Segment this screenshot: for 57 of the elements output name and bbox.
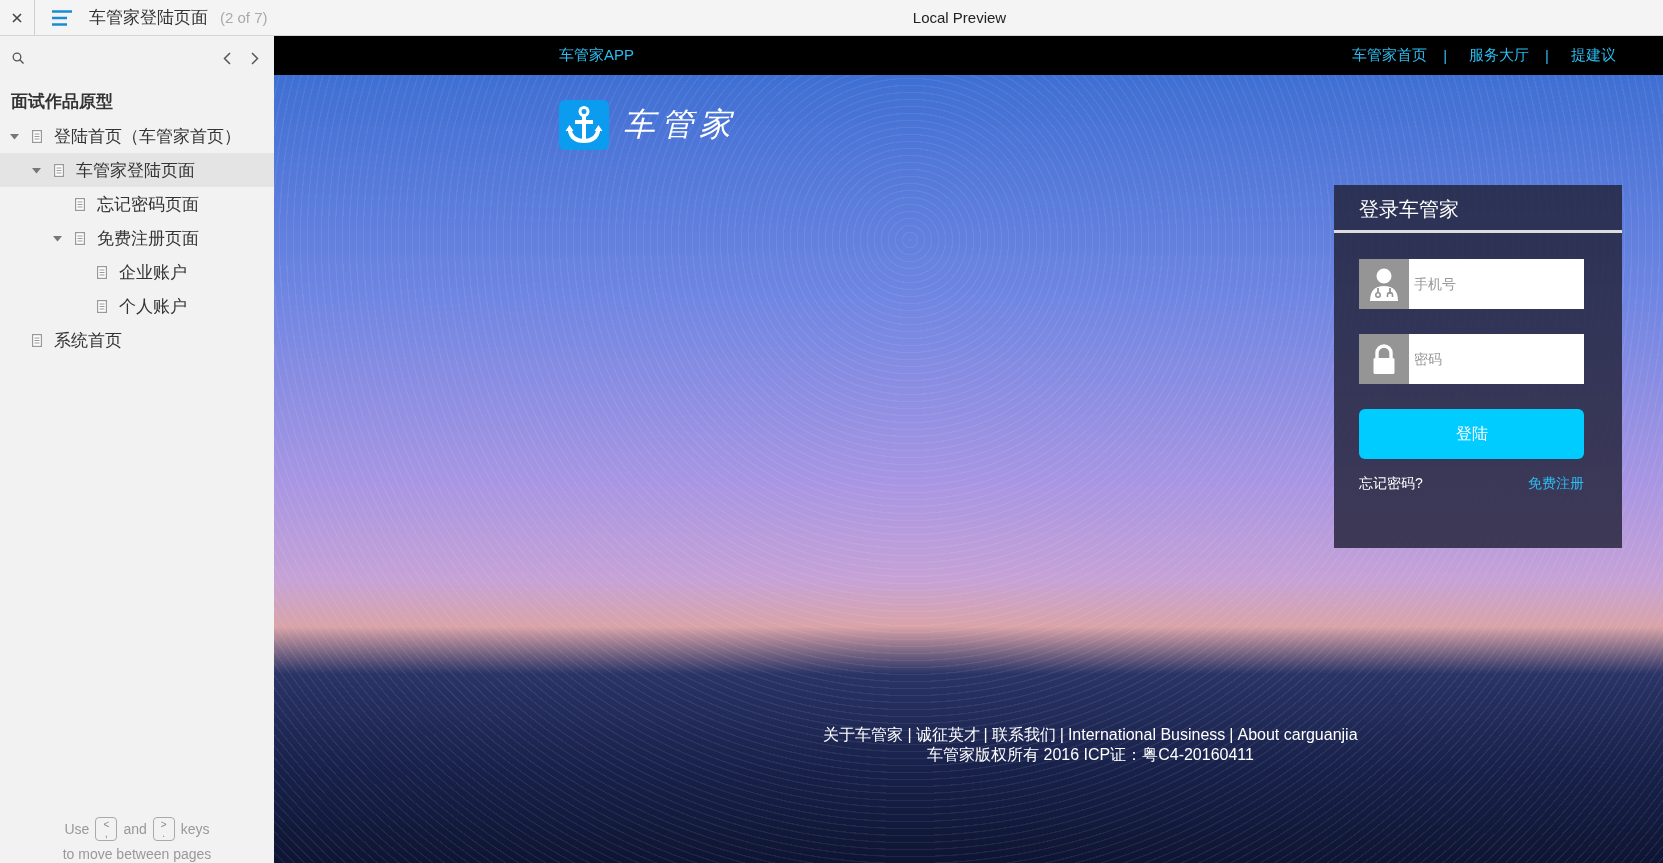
- copyright-text: 车管家版权所有 2016 ICP证：粤C4-20160411: [927, 746, 1254, 763]
- tree-item[interactable]: 系统首页: [0, 323, 274, 357]
- menu-icon[interactable]: [52, 9, 72, 26]
- keyboard-key: > .: [152, 817, 175, 841]
- forgot-password-link[interactable]: 忘记密码?: [1359, 473, 1423, 493]
- footer-link[interactable]: International Business: [1067, 726, 1226, 743]
- page-title: 车管家登陆页面: [89, 7, 208, 29]
- page-count: (2 of 7): [220, 9, 268, 26]
- person-icon: [1359, 259, 1409, 309]
- chevron-left-icon[interactable]: [223, 51, 231, 65]
- close-icon[interactable]: [12, 12, 22, 23]
- project-title: 面试作品原型: [10, 91, 113, 113]
- tree-item[interactable]: 登陆首页（车管家首页）: [0, 119, 274, 153]
- link-separator: |: [1545, 47, 1549, 64]
- chevron-right-icon[interactable]: [251, 51, 259, 65]
- link-separator: |: [1229, 726, 1234, 743]
- footer-link[interactable]: About carguanjia: [1237, 726, 1358, 743]
- search-icon[interactable]: [12, 52, 24, 64]
- lock-icon: [1359, 334, 1409, 384]
- brand-link[interactable]: 车管家APP: [559, 46, 634, 65]
- nav-link[interactable]: 车管家首页: [1352, 46, 1428, 65]
- page-icon: [32, 333, 42, 347]
- phone-input[interactable]: 手机号: [1409, 259, 1584, 309]
- login-title: 登录车管家: [1334, 185, 1622, 233]
- tree-item[interactable]: 忘记密码页面: [0, 187, 274, 221]
- footer-link[interactable]: 诚征英才: [915, 726, 980, 743]
- page-icon: [96, 299, 107, 313]
- footer-link[interactable]: 关于车管家: [823, 726, 904, 743]
- caret-icon[interactable]: [53, 233, 62, 243]
- register-link[interactable]: 免费注册: [1528, 473, 1584, 493]
- anchor-icon: [559, 100, 609, 150]
- page-icon: [75, 197, 85, 211]
- tree-item[interactable]: 个人账户: [0, 289, 274, 323]
- keyboard-key: < ,: [95, 817, 118, 841]
- link-separator: |: [907, 726, 912, 743]
- link-separator: |: [1059, 726, 1064, 743]
- password-input[interactable]: 密码: [1409, 334, 1584, 384]
- nav-link[interactable]: 服务大厅: [1469, 46, 1530, 65]
- hint-text: keys: [180, 821, 210, 837]
- tree-item[interactable]: 企业账户: [0, 255, 274, 289]
- caret-icon[interactable]: [10, 131, 19, 141]
- logo-text: 车管家: [623, 104, 737, 145]
- tree-item[interactable]: 免费注册页面: [0, 221, 274, 255]
- link-separator: |: [983, 726, 988, 743]
- nav-link[interactable]: 提建议: [1571, 46, 1616, 65]
- page-icon: [75, 231, 85, 245]
- footer-link[interactable]: 联系我们: [991, 726, 1056, 743]
- hint-text: to move between pages: [62, 846, 212, 862]
- caret-icon[interactable]: [31, 165, 41, 175]
- preview-label: Local Preview: [912, 9, 1007, 26]
- link-separator: |: [1443, 47, 1448, 64]
- hint-text: and: [123, 821, 147, 837]
- tree-item[interactable]: 车管家登陆页面: [0, 153, 274, 187]
- page-icon: [32, 129, 42, 143]
- page-icon: [96, 265, 107, 279]
- page-icon: [53, 163, 64, 177]
- hint-text: Use: [64, 821, 90, 837]
